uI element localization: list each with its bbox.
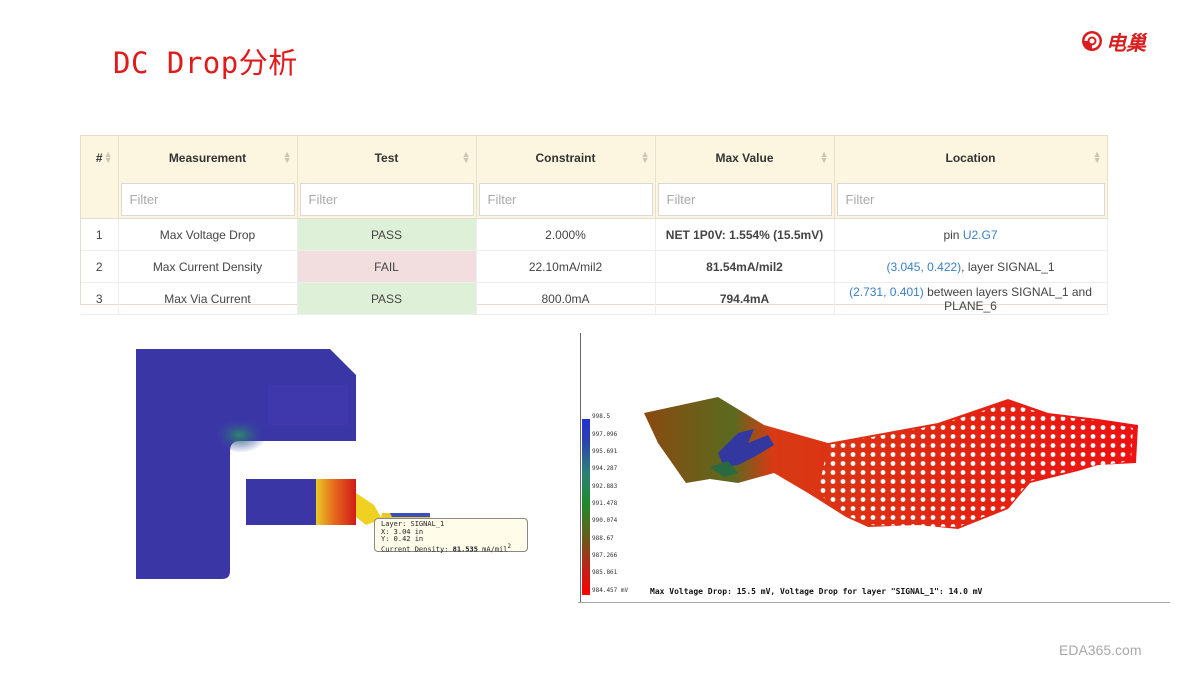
colorbar-label: 997.096 <box>592 431 618 438</box>
sort-icon[interactable]: ▲ ▼ <box>1093 150 1102 165</box>
row-max-value: 81.54mA/mil2 <box>655 250 835 283</box>
row-constraint: 2.000% <box>476 218 656 251</box>
tooltip-density: Current Density: 81.535 mA/mil2 <box>381 543 511 554</box>
row-measurement: Max Current Density <box>118 250 298 283</box>
sort-icon[interactable]: ▲ ▼ <box>820 150 829 165</box>
filter-test-input[interactable] <box>299 182 474 216</box>
colorbar <box>582 419 590 595</box>
watermark: EDA365.com <box>1059 642 1142 658</box>
tooltip-y: Y: 0.42 in <box>381 535 424 544</box>
header-max-value[interactable]: Max Value ▲ ▼ <box>655 136 835 180</box>
filter-measurement-input[interactable] <box>120 182 295 216</box>
row-max-value: NET 1P0V: 1.554% (15.5mV) <box>655 218 835 251</box>
colorbar-label: 990.074 <box>592 517 618 524</box>
voltage-drop-plot <box>644 397 1138 529</box>
filter-cell-num <box>81 180 119 219</box>
table-row: 1 Max Voltage Drop PASS 2.000% NET 1P0V:… <box>81 218 1108 251</box>
row-constraint: 22.10mA/mil2 <box>476 250 656 283</box>
header-measurement[interactable]: Measurement ▲ ▼ <box>118 136 298 180</box>
colorbar-label: 988.67 <box>592 535 614 542</box>
density-tooltip: Layer: SIGNAL_1 X: 3.04 in Y: 0.42 in Cu… <box>374 518 528 554</box>
sort-icon[interactable]: ▲ ▼ <box>462 150 471 165</box>
sort-icon[interactable]: ▲ ▼ <box>283 150 292 165</box>
logo: 电巢 <box>1080 26 1160 56</box>
row-constraint: 800.0mA <box>476 282 656 315</box>
row-measurement: Max Via Current <box>118 282 298 315</box>
logo-swirl-icon <box>1082 31 1102 51</box>
row-location: pin U2.G7 <box>834 218 1108 251</box>
row-location: (2.731, 0.401) between layers SIGNAL_1 a… <box>834 282 1108 315</box>
sort-icon[interactable]: ▲ ▼ <box>641 150 650 165</box>
voltage-drop-caption: Max Voltage Drop: 15.5 mV, Voltage Drop … <box>650 587 983 596</box>
colorbar-label: 994.287 <box>592 465 618 472</box>
row-num: 3 <box>81 282 119 315</box>
header-test[interactable]: Test ▲ ▼ <box>297 136 477 180</box>
row-location: (3.045, 0.422), layer SIGNAL_1 <box>834 250 1108 283</box>
row-test-status: FAIL <box>297 250 477 283</box>
filter-max-value-input[interactable] <box>657 182 832 216</box>
header-constraint[interactable]: Constraint ▲ ▼ <box>476 136 656 180</box>
filter-location-input[interactable] <box>836 182 1105 216</box>
row-num: 2 <box>81 250 119 283</box>
colorbar-label: 995.691 <box>592 448 618 455</box>
colorbar-label: 987.266 <box>592 552 618 559</box>
header-num[interactable]: # ▲ ▼ <box>81 136 119 180</box>
header-location[interactable]: Location ▲ ▼ <box>834 136 1108 180</box>
location-link[interactable]: (2.731, 0.401) <box>849 285 924 299</box>
colorbar-label: 998.5 <box>592 413 611 420</box>
measurement-table: # ▲ ▼ Measurement ▲ ▼ Test ▲ ▼ Constraint ▲ ▼ Ma… <box>80 135 1108 315</box>
logo-text: 电巢 <box>1106 30 1146 55</box>
location-link[interactable]: U2.G7 <box>963 228 998 242</box>
slide-title: DC Drop分析 <box>113 46 298 80</box>
row-max-value: 794.4mA <box>655 282 835 315</box>
filter-constraint-input[interactable] <box>478 182 653 216</box>
table-row: 3 Max Via Current PASS 800.0mA 794.4mA (… <box>81 282 1108 315</box>
row-test-status: PASS <box>297 282 477 315</box>
row-test-status: PASS <box>297 218 477 251</box>
colorbar-label: 992.883 <box>592 483 618 490</box>
colorbar-label: 984.457 mV <box>592 587 629 594</box>
sort-icon[interactable]: ▲ ▼ <box>104 150 113 165</box>
row-num: 1 <box>81 218 119 251</box>
location-link[interactable]: (3.045, 0.422) <box>886 260 961 274</box>
table-row: 2 Max Current Density FAIL 22.10mA/mil2 … <box>81 250 1108 283</box>
colorbar-label: 985.861 <box>592 569 618 576</box>
row-measurement: Max Voltage Drop <box>118 218 298 251</box>
colorbar-label: 991.478 <box>592 500 618 507</box>
